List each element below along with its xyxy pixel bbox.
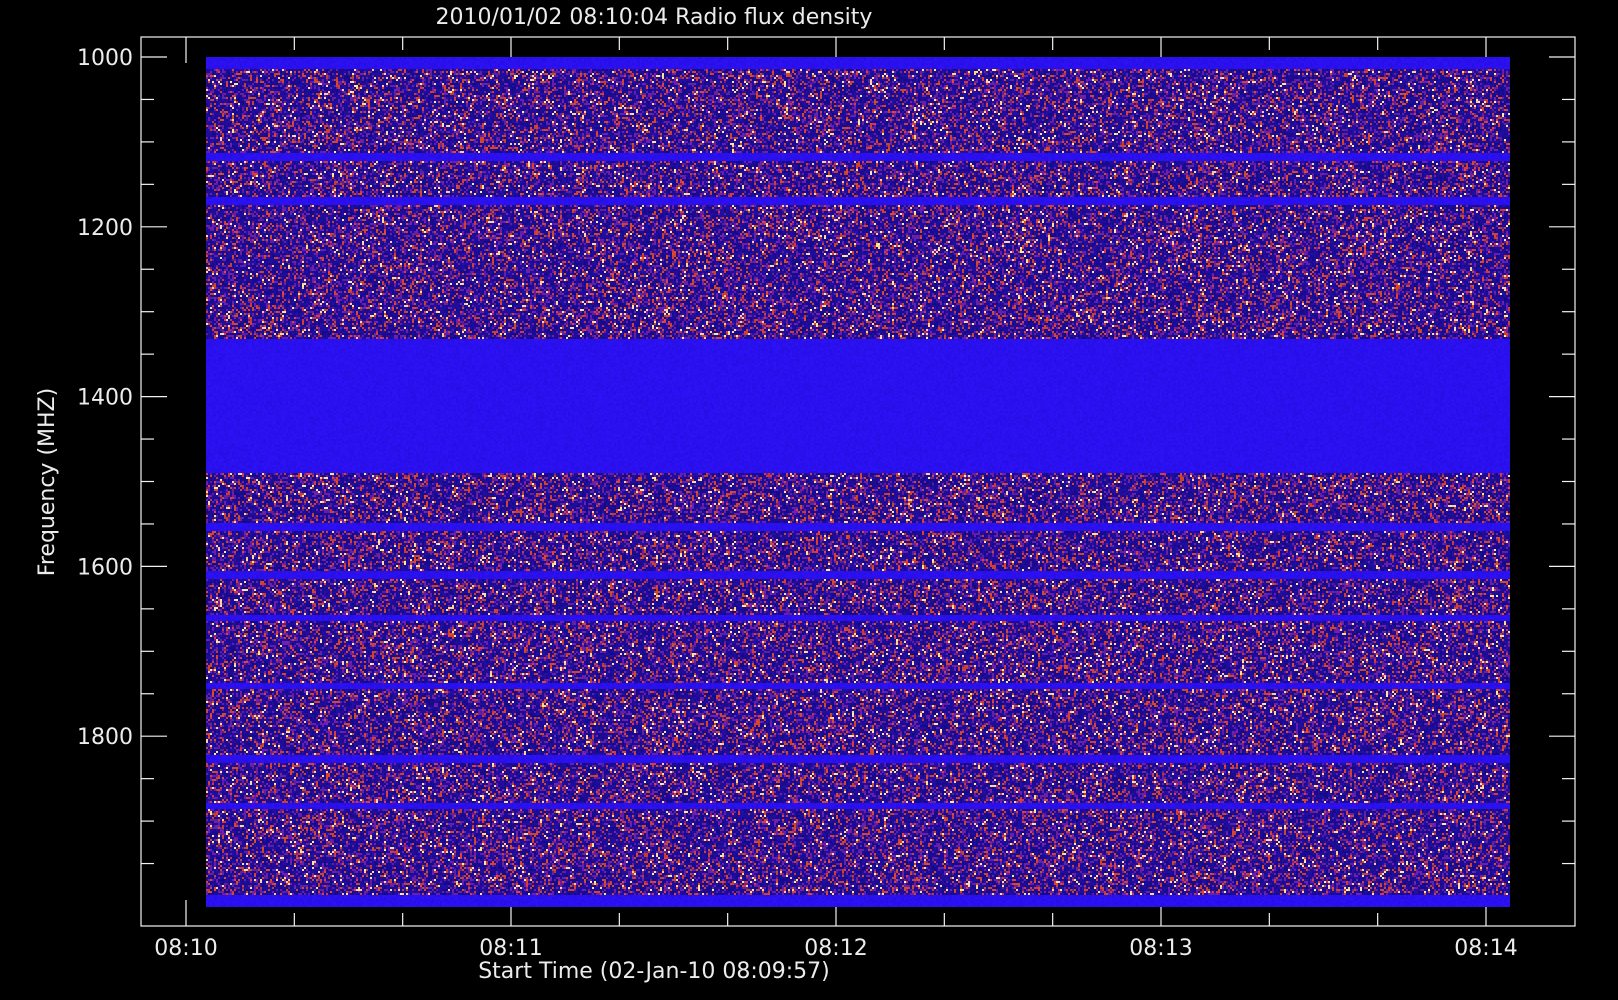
x-tick-label: 08:12 — [804, 936, 867, 961]
y-tick-label: 1000 — [77, 46, 133, 71]
x-tick-label: 08:13 — [1129, 936, 1192, 961]
x-tick-label: 08:10 — [154, 936, 217, 961]
x-tick-label: 08:11 — [479, 936, 542, 961]
y-tick-label: 1600 — [77, 555, 133, 580]
x-axis-label: Start Time (02-Jan-10 08:09:57) — [478, 959, 830, 984]
y-tick-label: 1200 — [77, 216, 133, 241]
y-tick-label: 1800 — [77, 725, 133, 750]
y-tick-label: 1400 — [77, 386, 133, 411]
y-axis-label: Frequency (MHZ) — [35, 388, 60, 576]
spectrogram-heatmap — [206, 57, 1510, 907]
chart-title: 2010/01/02 08:10:04 Radio flux density — [436, 5, 873, 30]
x-tick-label: 08:14 — [1454, 936, 1517, 961]
